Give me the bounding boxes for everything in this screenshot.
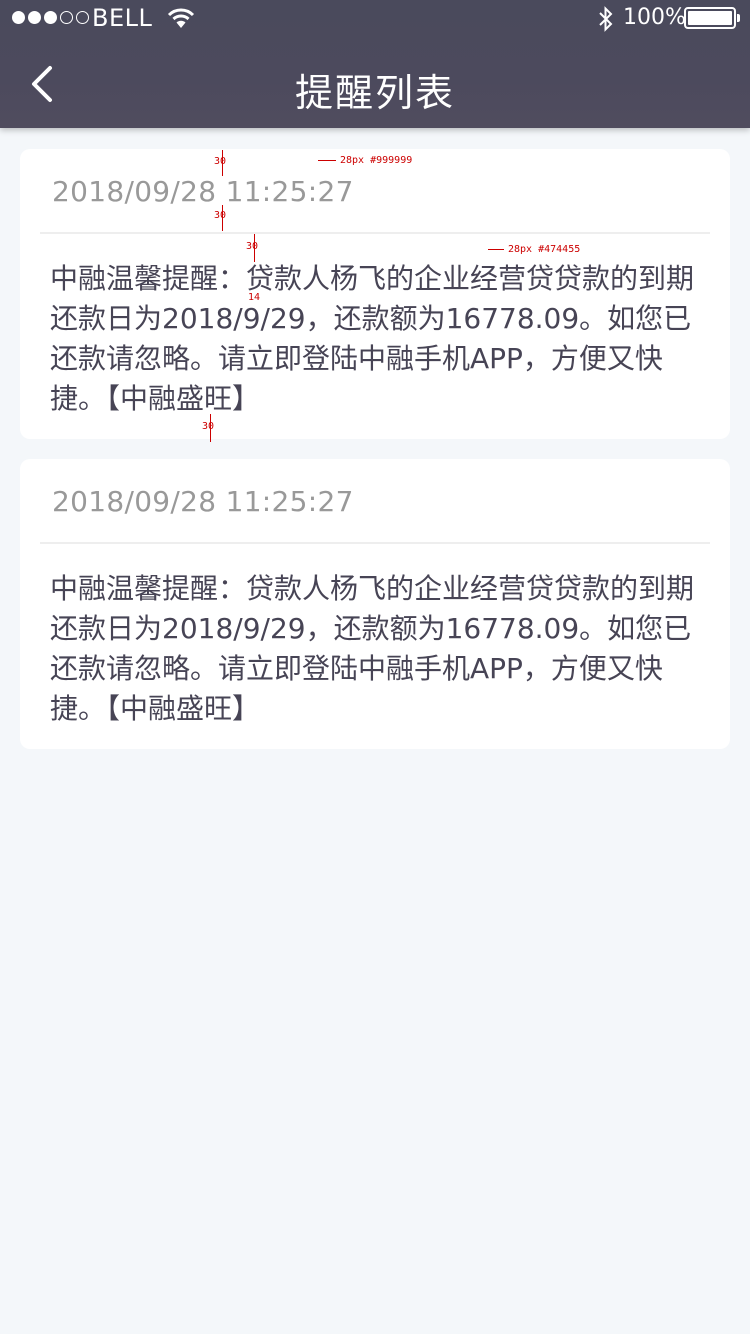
annotation-marker: [222, 150, 223, 176]
divider: [40, 232, 710, 234]
annotation-marker: [210, 414, 211, 442]
annotation-marker: [488, 249, 504, 250]
divider: [40, 542, 710, 544]
battery-percent: 100%: [623, 5, 686, 30]
nav-bar: 提醒列表: [0, 40, 750, 128]
annotation-marker: [222, 205, 223, 231]
reminder-message: 中融温馨提醒：贷款人杨飞的企业经营贷贷款的到期还款日为2018/9/29，还款额…: [50, 262, 695, 415]
reminder-time: 2018/09/28 11:25:27: [52, 485, 354, 518]
signal-strength-icon: [12, 11, 89, 24]
status-bar: BELL 100%: [0, 0, 750, 40]
bluetooth-icon: [597, 5, 615, 37]
carrier-name: BELL: [92, 4, 153, 32]
reminder-card[interactable]: 2018/09/28 11:25:27 中融温馨提醒：贷款人杨飞的企业经营贷贷款…: [20, 459, 730, 749]
annotation-marker: [318, 160, 336, 161]
page-title: 提醒列表: [294, 71, 455, 115]
reminder-time: 2018/09/28 11:25:27: [52, 175, 354, 208]
battery-tip: [737, 14, 740, 22]
annotation-marker: [254, 234, 255, 262]
battery-icon: [684, 7, 736, 29]
wifi-icon: [167, 6, 195, 34]
app-header: BELL 100% 提醒列表: [0, 0, 750, 128]
reminder-message: 中融温馨提醒：贷款人杨飞的企业经营贷贷款的到期还款日为2018/9/29，还款额…: [50, 572, 695, 725]
reminder-card[interactable]: 2018/09/28 11:25:27 中融温馨提醒：贷款人杨飞的企业经营贷贷款…: [20, 149, 730, 439]
